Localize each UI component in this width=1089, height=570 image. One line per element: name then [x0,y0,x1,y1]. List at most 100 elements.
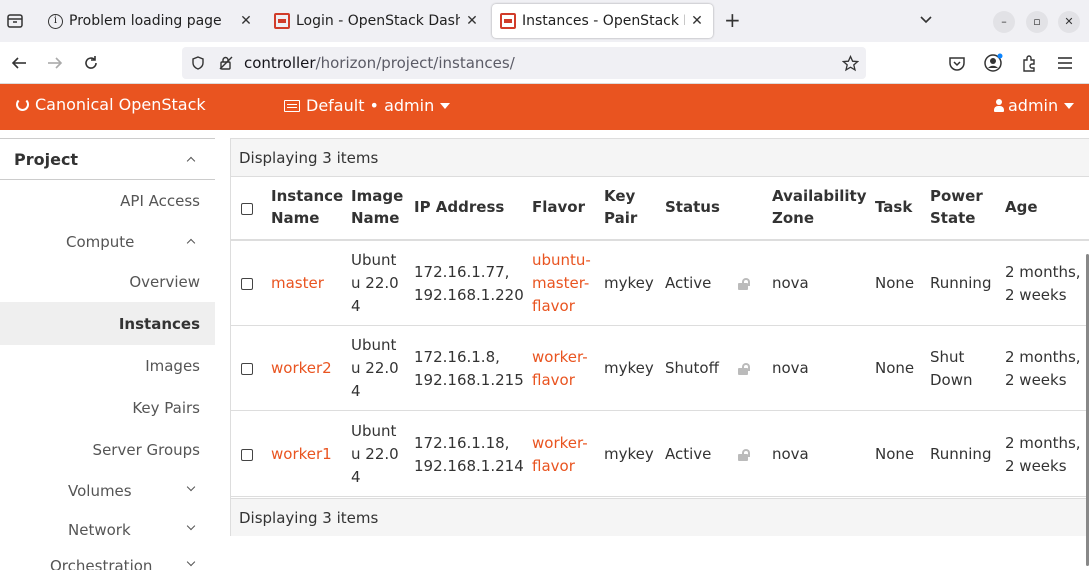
new-tab-button[interactable]: + [724,10,741,30]
sidebar-item-server-groups[interactable]: Server Groups [93,441,200,459]
sidebar-item-api-access[interactable]: API Access [120,192,200,210]
header-key-pair[interactable]: Key Pair [604,185,637,229]
ip-address: 172.16.1.77, 192.168.1.220 [414,261,524,307]
sidebar-group-label: Volumes [68,482,132,500]
cell-line: master- [532,274,590,292]
chevron-down-icon[interactable] [918,12,934,28]
header-image-name[interactable]: Image Name [351,185,403,229]
unlock-icon [738,449,752,461]
extensions-icon[interactable] [1019,53,1039,73]
tab-title: Instances - OpenStack Da [522,13,685,29]
forward-icon[interactable] [45,53,65,73]
brand-link[interactable]: Canonical OpenStack [16,95,206,114]
user-dropdown[interactable]: admin [994,96,1075,115]
cell-line: worker- [532,348,588,366]
image-name: Ubunt u 22.0 4 [351,420,399,489]
close-icon[interactable]: ✕ [238,13,254,29]
close-icon[interactable]: ✕ [689,13,705,29]
header-line: State [930,209,976,227]
cell-line: 4 [351,468,361,486]
url-bar[interactable]: controller/horizon/project/instances/ [182,47,866,79]
table-row: master Ubunt u 22.0 4 172.16.1.77, 192.168.… [231,241,1089,326]
shield-icon[interactable] [190,55,206,71]
tab-list-icon[interactable] [6,12,24,30]
sidebar-group-label: Orchestration [50,557,153,570]
age: 2 months, 2 weeks [1005,261,1081,307]
header-line: Image [351,187,404,205]
tab-problem-loading[interactable]: i Problem loading page ✕ [40,4,262,38]
maximize-button[interactable]: ▫ [1026,11,1048,33]
row-checkbox[interactable] [241,449,253,461]
header-line: Name [351,209,400,227]
header-power-state[interactable]: Power State [930,185,983,229]
pocket-icon[interactable] [947,53,967,73]
cell-line: Shut [930,348,965,366]
back-icon[interactable] [9,53,29,73]
unlock-icon [738,363,752,375]
chevron-down-icon [186,521,196,531]
bookmark-star-icon[interactable] [842,55,859,72]
openstack-header: Canonical OpenStack Default • admin admi… [0,84,1089,130]
power-state: Shut Down [930,346,973,392]
sidebar-item-key-pairs[interactable]: Key Pairs [132,399,200,417]
flavor-link[interactable]: worker-flavor [532,346,588,392]
sidebar-item-images[interactable]: Images [145,357,200,375]
caret-down-icon [440,102,451,109]
openstack-icon [500,13,516,29]
caret-down-icon [1064,102,1075,109]
minimize-button[interactable]: – [993,11,1015,33]
sidebar-item-overview[interactable]: Overview [129,273,200,291]
menu-icon[interactable] [1055,53,1075,73]
row-checkbox[interactable] [241,363,253,375]
header-status[interactable]: Status [665,196,720,218]
sidebar-section-label: Project [14,150,79,169]
header-task[interactable]: Task [875,196,912,218]
instances-table: Displaying 3 items Instance Name Image Nam… [230,138,1089,536]
cell-line: 2 months, [1005,348,1081,366]
sidebar-group-compute[interactable]: Compute [66,233,134,251]
instance-name-link[interactable]: worker1 [271,443,332,466]
account-icon[interactable] [983,53,1003,73]
cell-line: worker- [532,434,588,452]
url-text[interactable]: controller/horizon/project/instances/ [244,54,515,72]
header-line: Zone [772,209,815,227]
chevron-up-icon [186,156,196,166]
header-flavor[interactable]: Flavor [532,196,585,218]
cell-line: 192.168.1.214 [414,457,524,475]
header-age[interactable]: Age [1005,196,1038,218]
instance-name-link[interactable]: worker2 [271,357,332,380]
select-all-checkbox[interactable] [241,203,253,215]
instance-name-link[interactable]: master [271,272,324,295]
sidebar-group-label: Network [68,521,131,539]
key-pair: mykey [604,445,654,463]
sidebar-section-project[interactable]: Project [0,144,215,180]
flavor-link[interactable]: worker-flavor [532,432,588,478]
url-path: /horizon/project/instances/ [315,54,515,72]
tab-login[interactable]: Login - OpenStack Dashb ✕ [266,4,488,38]
close-icon[interactable]: ✕ [464,13,480,29]
row-checkbox[interactable] [241,278,253,290]
header-ip-address[interactable]: IP Address [414,196,504,218]
chevron-down-icon [186,557,196,567]
sidebar-item-instances[interactable]: Instances [119,315,200,333]
cell-line: u 22.0 [351,445,399,463]
header-instance-name[interactable]: Instance Name [271,185,343,229]
close-window-button[interactable]: ✕ [1058,11,1080,33]
sidebar-group-volumes[interactable]: Volumes [68,482,132,500]
header-availability-zone[interactable]: Availability Zone [772,185,867,229]
tab-instances[interactable]: Instances - OpenStack Da ✕ [492,4,713,38]
sidebar-group-orchestration[interactable]: Orchestration [50,557,152,570]
sidebar: Project API Access Compute Overview Inst… [0,130,215,570]
age: 2 months, 2 weeks [1005,346,1081,392]
insecure-lock-icon[interactable] [218,55,234,71]
sidebar-group-network[interactable]: Network [68,521,131,539]
reload-icon[interactable] [81,53,101,73]
user-label: admin [1008,96,1059,115]
project-label: Default • admin [306,96,435,115]
status: Shutoff [665,359,719,377]
project-dropdown[interactable]: Default • admin [284,96,451,115]
table-header: Instance Name Image Name IP Address Flavor… [231,177,1089,241]
table-row: worker1 Ubunt u 22.0 4 172.16.1.18, 192.168… [231,412,1089,497]
cell-line: ubuntu- [532,251,591,269]
flavor-link[interactable]: ubuntu-master-flavor [532,249,591,318]
